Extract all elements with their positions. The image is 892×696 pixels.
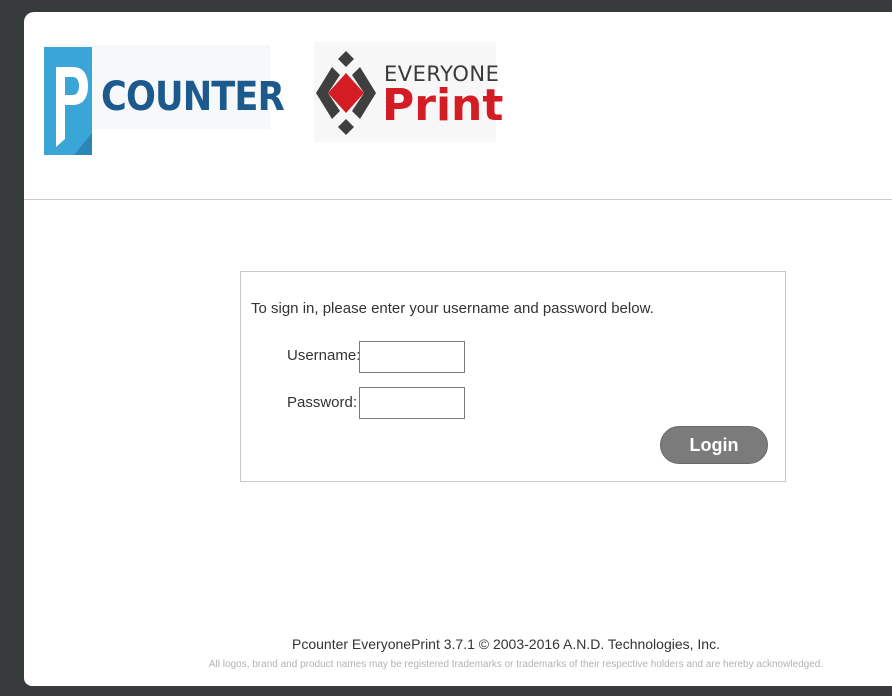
trademark-notice: All logos, brand and product names may b… — [208, 659, 824, 670]
sign-in-instructions: To sign in, please enter your username a… — [251, 300, 654, 317]
password-input[interactable] — [359, 387, 465, 419]
password-label: Password: — [287, 394, 358, 411]
pcounter-logo: COUNTER — [44, 45, 285, 155]
everyoneprint-diamond-icon — [316, 51, 376, 135]
everyoneprint-logo: EVERYONE Print — [314, 42, 503, 142]
login-button[interactable]: Login — [660, 426, 768, 464]
username-input[interactable] — [359, 341, 465, 373]
pcounter-wordmark: COUNTER — [101, 74, 285, 120]
copyright-footer: Pcounter EveryonePrint 3.7.1 © 2003-2016… — [24, 636, 892, 652]
print-text: Print — [382, 80, 504, 131]
header: COUNTER EVERYONE Print — [24, 12, 892, 200]
legal-footer: All logos, brand and product names may b… — [24, 659, 892, 670]
copyright-text: Pcounter EveryonePrint 3.7.1 © 2003-2016… — [292, 636, 720, 652]
login-page: COUNTER EVERYONE Print To sign in, pleas… — [24, 12, 892, 686]
pcounter-p-icon — [44, 47, 92, 155]
login-form: To sign in, please enter your username a… — [240, 271, 786, 482]
username-label: Username: — [287, 347, 361, 364]
